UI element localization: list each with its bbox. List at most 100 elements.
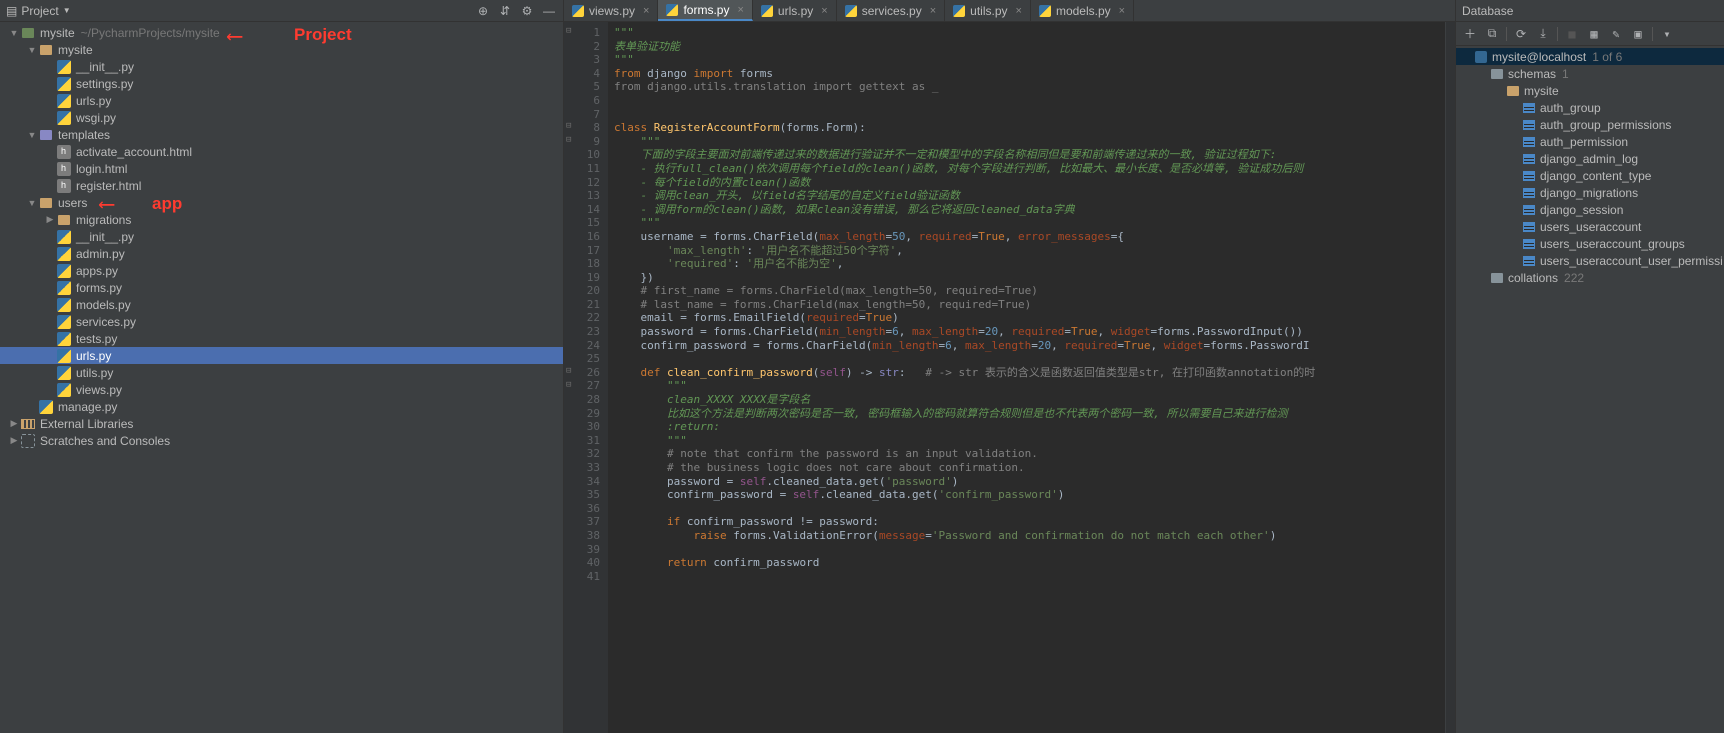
- code-line[interactable]: # first_name = forms.CharField(max_lengt…: [614, 284, 1455, 298]
- gear-icon[interactable]: ⚙: [519, 3, 535, 19]
- db-item-mysite[interactable]: mysite: [1456, 82, 1724, 99]
- code-line[interactable]: password = self.cleaned_data.get('passwo…: [614, 475, 1455, 489]
- line-number[interactable]: 35: [564, 488, 600, 502]
- code-line[interactable]: [614, 352, 1455, 366]
- tree-item-manage-py[interactable]: manage.py: [0, 398, 563, 415]
- db-item-auth_group[interactable]: auth_group: [1456, 99, 1724, 116]
- tree-item-Scratches-and-Consoles[interactable]: Scratches and Consoles: [0, 432, 563, 449]
- fold-icon[interactable]: ⊟: [566, 135, 571, 145]
- close-tab-icon[interactable]: ×: [737, 4, 743, 16]
- table-view-icon[interactable]: ▦: [1586, 26, 1602, 42]
- code-line[interactable]: [614, 108, 1455, 122]
- code-line[interactable]: clean_XXXX XXXX是字段名: [614, 393, 1455, 407]
- close-tab-icon[interactable]: ×: [1016, 5, 1022, 17]
- fold-icon[interactable]: ⊟: [566, 121, 571, 131]
- line-number[interactable]: 12: [564, 176, 600, 190]
- code-line[interactable]: """: [614, 216, 1455, 230]
- code-line[interactable]: if confirm_password != password:: [614, 515, 1455, 529]
- fold-icon[interactable]: ⊟: [566, 380, 571, 390]
- code-line[interactable]: [614, 570, 1455, 584]
- console-icon[interactable]: ▣: [1630, 26, 1646, 42]
- code-line[interactable]: 比如这个方法是判断两次密码是否一致, 密码框输入的密码就算符合规则但是也不代表两…: [614, 407, 1455, 421]
- tree-item-views-py[interactable]: views.py: [0, 381, 563, 398]
- code-line[interactable]: """: [614, 26, 1455, 40]
- db-item-django_session[interactable]: django_session: [1456, 201, 1724, 218]
- code-line[interactable]: [614, 543, 1455, 557]
- code-line[interactable]: """: [614, 379, 1455, 393]
- code-line[interactable]: return confirm_password: [614, 556, 1455, 570]
- tree-item-External-Libraries[interactable]: External Libraries: [0, 415, 563, 432]
- tree-arrow-icon[interactable]: [26, 198, 38, 208]
- line-number[interactable]: 37: [564, 515, 600, 529]
- tree-item-apps-py[interactable]: apps.py: [0, 262, 563, 279]
- add-datasource-icon[interactable]: ＋: [1462, 26, 1478, 42]
- tree-arrow-icon[interactable]: [8, 418, 20, 429]
- tree-item-tests-py[interactable]: tests.py: [0, 330, 563, 347]
- code-line[interactable]: """: [614, 135, 1455, 149]
- line-number[interactable]: 11: [564, 162, 600, 176]
- tree-item-__init__-py[interactable]: __init__.py: [0, 58, 563, 75]
- tree-item-activate_account-html[interactable]: activate_account.html: [0, 143, 563, 160]
- line-number[interactable]: 17: [564, 244, 600, 258]
- tree-item-admin-py[interactable]: admin.py: [0, 245, 563, 262]
- code-line[interactable]: # the business logic does not care about…: [614, 461, 1455, 475]
- line-number[interactable]: 6: [564, 94, 600, 108]
- close-tab-icon[interactable]: ×: [1119, 5, 1125, 17]
- fold-icon[interactable]: ⊟: [566, 26, 571, 36]
- code-line[interactable]: }): [614, 271, 1455, 285]
- code-line[interactable]: confirm_password = forms.CharField(min_l…: [614, 339, 1455, 353]
- line-number[interactable]: 4: [564, 67, 600, 81]
- line-number[interactable]: 18: [564, 257, 600, 271]
- line-number[interactable]: 30: [564, 420, 600, 434]
- editor-error-stripe[interactable]: [1445, 22, 1455, 733]
- locate-icon[interactable]: ⊕: [475, 3, 491, 19]
- db-item-django_content_type[interactable]: django_content_type: [1456, 167, 1724, 184]
- tree-arrow-icon[interactable]: [8, 435, 20, 446]
- close-tab-icon[interactable]: ×: [821, 5, 827, 17]
- line-number[interactable]: 24: [564, 339, 600, 353]
- line-number[interactable]: 19: [564, 271, 600, 285]
- tx-icon[interactable]: ■: [1564, 26, 1580, 42]
- code-line[interactable]: raise forms.ValidationError(message='Pas…: [614, 529, 1455, 543]
- editor-tab-models-py[interactable]: models.py×: [1031, 0, 1134, 21]
- database-tree[interactable]: mysite@localhost1 of 6schemas1mysiteauth…: [1456, 46, 1724, 733]
- db-item-users_useraccount[interactable]: users_useraccount: [1456, 218, 1724, 235]
- line-number[interactable]: 16: [564, 230, 600, 244]
- line-number[interactable]: 13: [564, 189, 600, 203]
- line-number[interactable]: 7: [564, 108, 600, 122]
- db-item-schemas[interactable]: schemas1: [1456, 65, 1724, 82]
- editor-tab-services-py[interactable]: services.py×: [837, 0, 945, 21]
- tree-item-wsgi-py[interactable]: wsgi.py: [0, 109, 563, 126]
- code-line[interactable]: class RegisterAccountForm(forms.Form):: [614, 121, 1455, 135]
- tree-arrow-icon[interactable]: [26, 45, 38, 55]
- db-item-auth_permission[interactable]: auth_permission: [1456, 133, 1724, 150]
- tree-item-templates[interactable]: templates: [0, 126, 563, 143]
- line-number[interactable]: 32: [564, 447, 600, 461]
- editor-tab-views-py[interactable]: views.py×: [564, 0, 658, 21]
- code-line[interactable]: confirm_password = self.cleaned_data.get…: [614, 488, 1455, 502]
- line-number[interactable]: 10: [564, 148, 600, 162]
- line-number[interactable]: 15: [564, 216, 600, 230]
- close-tab-icon[interactable]: ×: [643, 5, 649, 17]
- code-line[interactable]: - 每个field的内置clean()函数: [614, 176, 1455, 190]
- project-tree[interactable]: mysite~/PycharmProjects/mysitemysite__in…: [0, 22, 563, 733]
- line-number[interactable]: 3: [564, 53, 600, 67]
- project-panel-title[interactable]: ▤ Project ▼: [6, 4, 71, 18]
- duplicate-icon[interactable]: ⧉: [1484, 26, 1500, 42]
- tree-item-register-html[interactable]: register.html: [0, 177, 563, 194]
- editor-tab-urls-py[interactable]: urls.py×: [753, 0, 837, 21]
- db-item-mysite-localhost[interactable]: mysite@localhost1 of 6: [1456, 48, 1724, 65]
- edit-icon[interactable]: ✎: [1608, 26, 1624, 42]
- tree-arrow-icon[interactable]: [44, 214, 56, 225]
- code-line[interactable]: 下面的字段主要面对前端传递过来的数据进行验证并不一定和模型中的字段名称相同但是要…: [614, 148, 1455, 162]
- db-item-django_admin_log[interactable]: django_admin_log: [1456, 150, 1724, 167]
- db-item-collations[interactable]: collations222: [1456, 269, 1724, 286]
- tree-item-settings-py[interactable]: settings.py: [0, 75, 563, 92]
- code-line[interactable]: password = forms.CharField(min_length=6,…: [614, 325, 1455, 339]
- editor-tab-utils-py[interactable]: utils.py×: [945, 0, 1031, 21]
- code-line[interactable]: username = forms.CharField(max_length=50…: [614, 230, 1455, 244]
- db-item-django_migrations[interactable]: django_migrations: [1456, 184, 1724, 201]
- refresh-icon[interactable]: ⟳: [1513, 26, 1529, 42]
- tree-item-login-html[interactable]: login.html: [0, 160, 563, 177]
- code-line[interactable]: def clean_confirm_password(self) -> str:…: [614, 366, 1455, 380]
